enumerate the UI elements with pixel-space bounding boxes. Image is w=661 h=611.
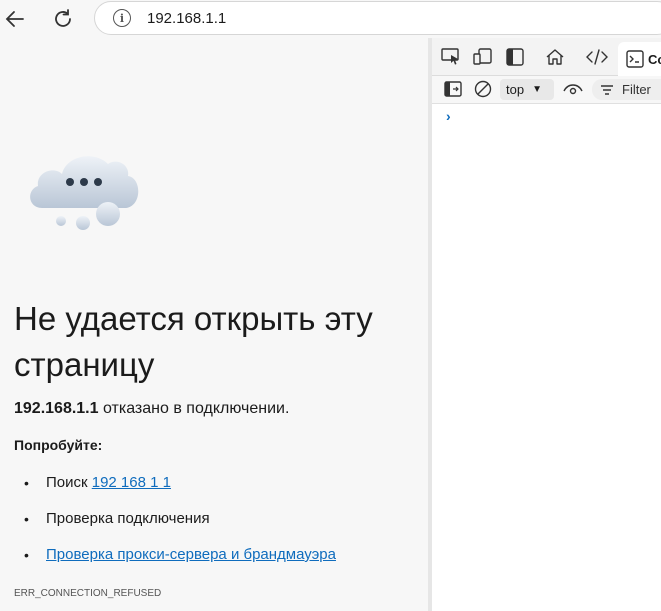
back-arrow-icon	[5, 11, 24, 27]
error-message: 192.168.1.1 отказано в подключении.	[14, 400, 289, 418]
filter-icon	[601, 84, 613, 95]
browser-toolbar: i 192.168.1.1	[0, 0, 661, 38]
console-toolbar: top ▼ Filter	[432, 76, 661, 104]
suggestion-list: Поиск 192 168 1 1 Проверка подключения П…	[24, 472, 336, 580]
error-page: Не удается открыть эту страницу 192.168.…	[0, 38, 428, 611]
live-expression-button[interactable]	[558, 78, 588, 100]
page-title: Не удается открыть эту страницу	[14, 300, 373, 383]
console-sidebar-icon	[444, 81, 462, 97]
devtools-tab-bar: Co	[432, 38, 661, 76]
host-name: 192.168.1.1	[14, 400, 99, 417]
devtools-panel: Co top ▼	[428, 38, 661, 611]
device-icon	[473, 48, 492, 65]
try-label: Попробуйте:	[14, 437, 103, 453]
device-emulation-button[interactable]	[468, 44, 498, 70]
cloud-error-icon	[30, 156, 139, 230]
tab-elements[interactable]	[582, 44, 612, 70]
suggestion-search: Поиск 192 168 1 1	[24, 472, 336, 508]
message-text: отказано в подключении.	[98, 400, 290, 417]
code-icon	[586, 49, 608, 65]
console-icon	[626, 50, 644, 68]
proxy-firewall-link[interactable]: Проверка прокси-сервера и брандмауэра	[46, 546, 336, 563]
dock-side-button[interactable]	[500, 44, 530, 70]
suggestion-prefix: Поиск	[46, 474, 92, 491]
error-code: ERR_CONNECTION_REFUSED	[14, 588, 162, 599]
inspect-element-button[interactable]	[436, 44, 466, 70]
sidebar-icon	[506, 48, 524, 66]
back-button[interactable]	[0, 4, 30, 34]
info-icon[interactable]: i	[113, 9, 131, 27]
home-icon	[546, 49, 564, 65]
address-bar[interactable]: i 192.168.1.1	[94, 1, 661, 35]
eye-icon	[563, 84, 583, 95]
filter-input[interactable]: Filter	[592, 79, 661, 100]
clear-console-button[interactable]	[468, 78, 498, 100]
show-sidebar-button[interactable]	[438, 78, 468, 100]
tab-console[interactable]: Co	[618, 42, 661, 76]
search-link[interactable]: 192 168 1 1	[92, 474, 171, 491]
console-prompt[interactable]: ›	[446, 108, 451, 124]
context-value: top	[506, 82, 525, 97]
refresh-button[interactable]	[48, 4, 78, 34]
context-select[interactable]: top ▼	[500, 79, 554, 100]
tab-console-label: Co	[648, 51, 661, 67]
inspect-icon	[441, 48, 459, 65]
filter-placeholder: Filter	[622, 82, 651, 97]
clear-icon	[474, 80, 492, 98]
suggestion-check-connection: Проверка подключения	[24, 508, 336, 544]
suggestion-text: Проверка подключения	[46, 510, 210, 527]
suggestion-check-proxy: Проверка прокси-сервера и брандмауэра	[24, 544, 336, 580]
url-text[interactable]: 192.168.1.1	[147, 10, 226, 27]
dropdown-triangle-icon: ▼	[532, 84, 542, 95]
refresh-icon	[55, 9, 71, 27]
tab-welcome[interactable]	[540, 44, 570, 70]
